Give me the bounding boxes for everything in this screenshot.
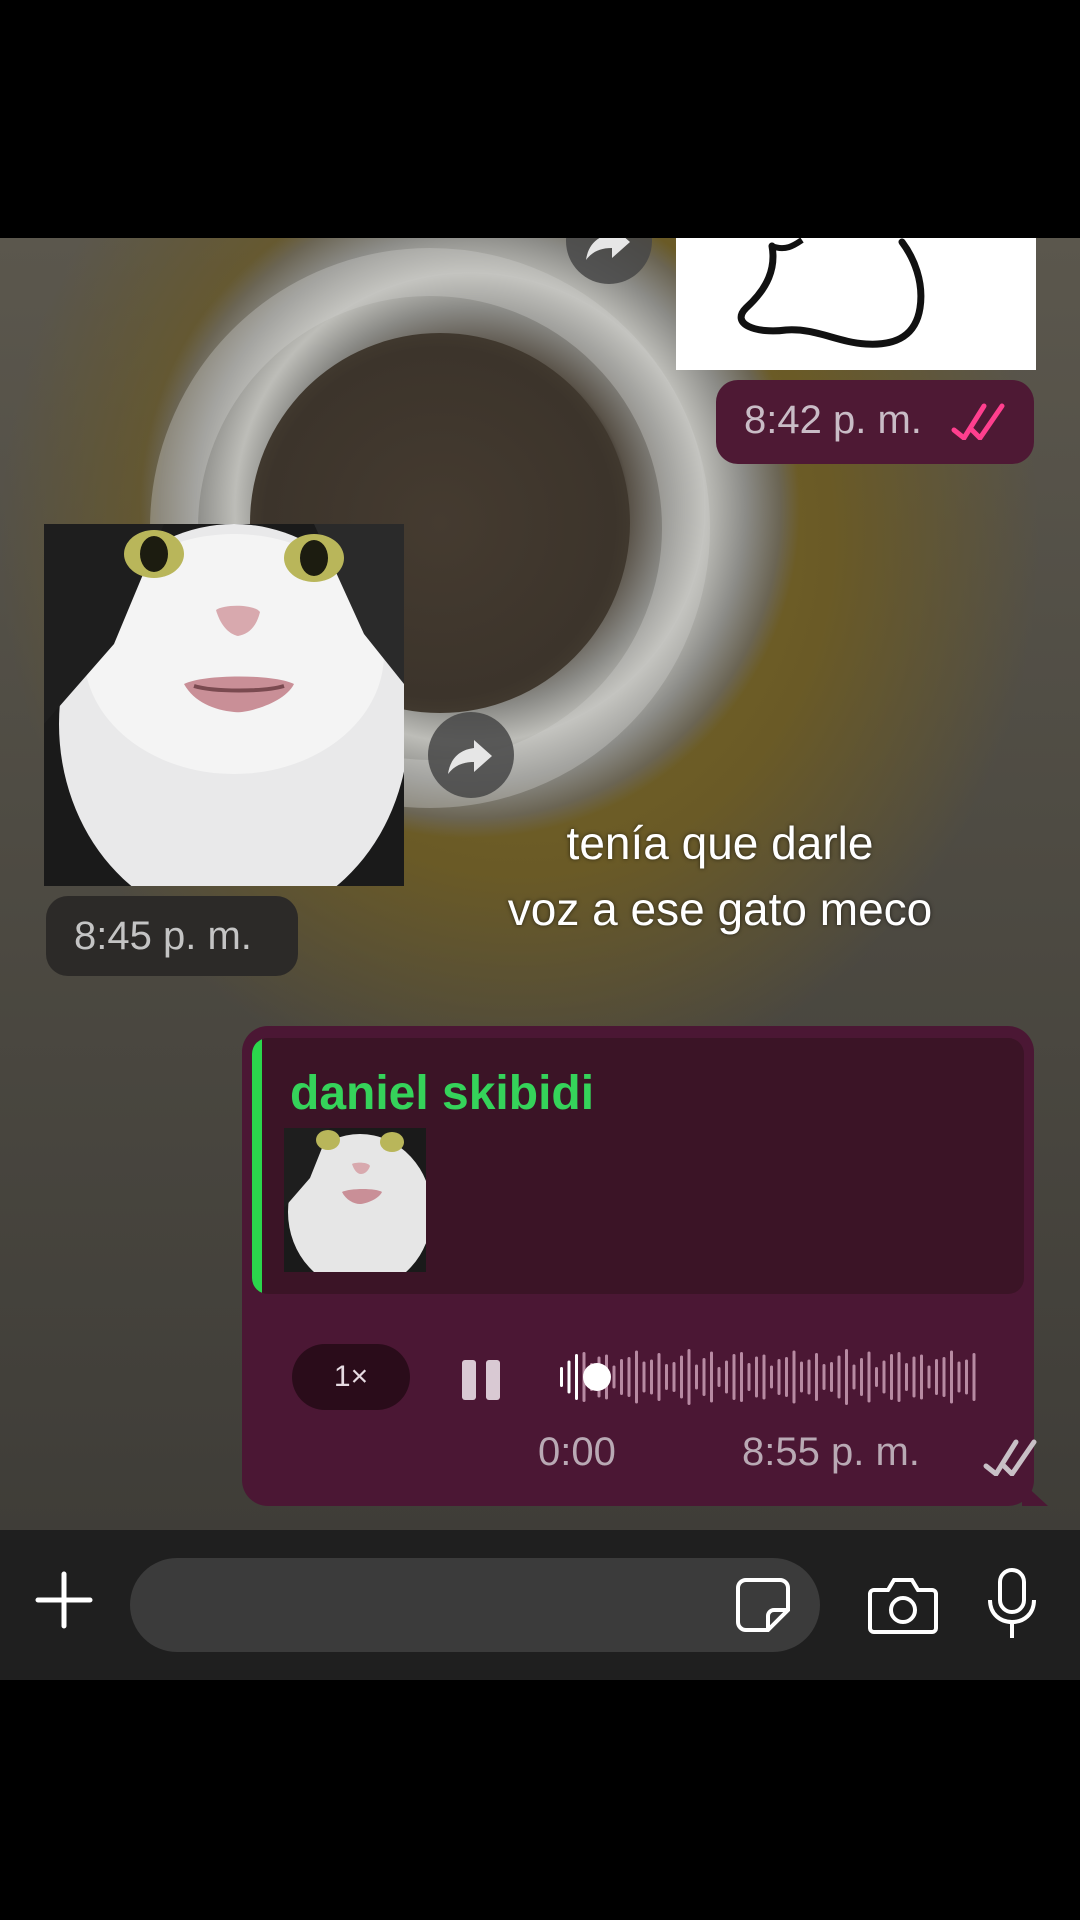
message-input[interactable]	[130, 1558, 820, 1652]
waveform-bar	[890, 1354, 893, 1400]
waveform-bar	[717, 1367, 721, 1387]
waveform-bar	[567, 1360, 571, 1394]
waveform-bar	[785, 1357, 788, 1397]
video-caption: tenía que darle voz a ese gato meco	[420, 810, 1020, 942]
outgoing-sticker-time: 8:42 p. m.	[716, 380, 1034, 464]
waveform-bar	[627, 1357, 631, 1397]
waveform-bar	[650, 1359, 653, 1395]
waveform-bar	[950, 1350, 953, 1404]
waveform-bar	[905, 1363, 908, 1391]
waveform-bar	[875, 1367, 878, 1387]
waveform-bar	[560, 1367, 563, 1387]
playhead-knob[interactable]	[583, 1363, 611, 1391]
waveform-bar	[687, 1349, 691, 1405]
plus-icon[interactable]	[34, 1570, 94, 1630]
cat-thumbnail-image	[284, 1128, 426, 1272]
microphone-icon[interactable]	[984, 1568, 1040, 1640]
camera-icon[interactable]	[868, 1574, 938, 1636]
waveform-bar	[725, 1360, 728, 1394]
waveform-bar	[755, 1356, 758, 1398]
message-time: 8:55 p. m.	[742, 1430, 920, 1474]
waveform-bar	[702, 1358, 706, 1396]
waveform-bar	[770, 1365, 773, 1389]
waveform-bar	[777, 1359, 781, 1395]
waveform-bar	[657, 1353, 661, 1401]
waveform-bar	[867, 1351, 871, 1403]
waveform-bar	[762, 1354, 766, 1400]
incoming-image-time: 8:45 p. m.	[46, 896, 298, 976]
pause-icon[interactable]	[460, 1358, 504, 1402]
waveform-bar	[897, 1352, 901, 1402]
waveform-bar	[710, 1351, 713, 1403]
waveform-bar	[800, 1361, 803, 1393]
waveform-bar	[942, 1357, 946, 1397]
playback-speed-button[interactable]: 1×	[292, 1344, 410, 1410]
message-input-bar	[0, 1530, 1080, 1680]
reply-accent-bar	[252, 1038, 262, 1294]
waveform-bar	[972, 1353, 976, 1401]
waveform-bar	[935, 1359, 938, 1395]
caption-line: tenía que darle	[566, 817, 874, 869]
incoming-cat-image[interactable]	[44, 524, 404, 886]
waveform-bar	[837, 1355, 841, 1399]
message-time: 8:42 p. m.	[744, 398, 922, 442]
outgoing-voice-message[interactable]: daniel skibidi 1× 0:00 8:55 p. m.	[242, 1026, 1048, 1506]
waveform-bar	[635, 1350, 638, 1404]
waveform-bar	[882, 1360, 886, 1394]
forward-icon	[586, 238, 630, 260]
waveform-bar	[620, 1359, 623, 1395]
waveform-bar	[845, 1349, 848, 1405]
reply-author: daniel skibidi	[290, 1067, 595, 1120]
delivered-ticks-icon	[983, 1439, 1037, 1476]
caption-line: voz a ese gato meco	[507, 883, 933, 935]
chat-area[interactable]: 8:42 p. m. 8:45 p. m. tenía que darle vo…	[0, 238, 1080, 1530]
forward-button[interactable]	[428, 712, 514, 798]
waveform-bar	[612, 1365, 616, 1389]
read-ticks-icon	[951, 403, 1005, 440]
waveform-bar	[965, 1359, 968, 1395]
drawing-sticker-image	[737, 238, 925, 348]
waveform-bar	[912, 1356, 916, 1398]
waveform-bar	[807, 1359, 811, 1395]
waveform-bar	[957, 1361, 961, 1393]
forward-button[interactable]	[566, 238, 652, 284]
waveform-bar	[642, 1361, 646, 1393]
waveform-bar	[575, 1354, 578, 1400]
reply-thumbnail	[284, 1128, 426, 1272]
voice-current-time: 0:00	[538, 1430, 616, 1474]
waveform-bar	[747, 1363, 751, 1391]
waveform-bar	[920, 1354, 923, 1400]
cat-photo	[44, 524, 404, 886]
waveform-bar	[732, 1354, 736, 1400]
waveform-bar	[852, 1364, 856, 1390]
sticker-icon[interactable]	[734, 1576, 792, 1634]
forward-icon	[448, 740, 492, 774]
waveform-bar	[860, 1358, 863, 1396]
waveform-bar	[792, 1350, 796, 1404]
waveform-bar	[680, 1355, 683, 1399]
waveform-bar	[740, 1352, 743, 1402]
voice-waveform-slider[interactable]	[560, 1346, 980, 1408]
waveform-bar	[815, 1353, 818, 1401]
message-time: 8:45 p. m.	[74, 914, 252, 958]
waveform-bar	[665, 1364, 668, 1390]
waveform-bar	[927, 1365, 931, 1389]
waveform-bar	[822, 1364, 826, 1390]
bubble-tail	[1022, 1482, 1048, 1506]
quoted-reply[interactable]: daniel skibidi	[252, 1038, 1024, 1294]
waveform-bar	[830, 1362, 833, 1392]
waveform-bar	[672, 1362, 676, 1392]
outgoing-sticker[interactable]	[676, 238, 1036, 370]
waveform-bar	[695, 1364, 698, 1390]
